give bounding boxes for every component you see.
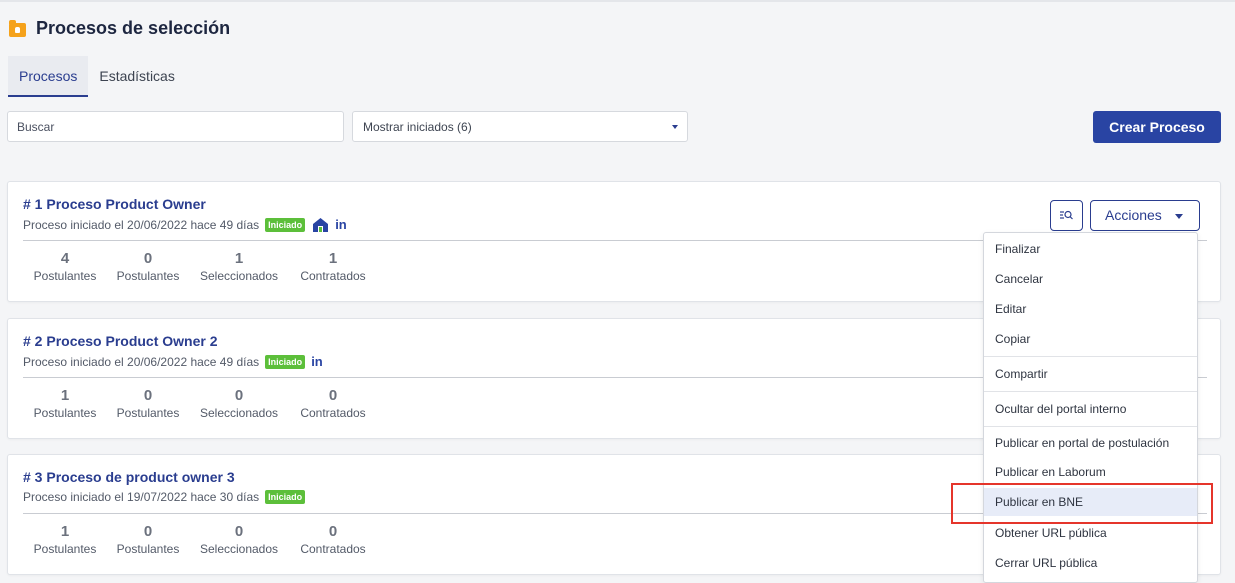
stat-postulantes: 4 Postulantes: [33, 250, 97, 283]
menu-item-cerrar-url[interactable]: Cerrar URL pública: [984, 549, 1197, 577]
tab-procesos[interactable]: Procesos: [8, 56, 89, 97]
tab-bar: Procesos Estadísticas: [8, 56, 186, 97]
actions-dropdown-button[interactable]: Acciones: [1090, 200, 1200, 231]
linkedin-icon: in: [335, 217, 347, 232]
process-start-text: Proceso iniciado el 20/06/2022 hace 49 d…: [23, 217, 260, 232]
status-badge: Iniciado: [265, 490, 306, 504]
stat-contratados: 0 Contratados: [300, 523, 366, 556]
process-start-text: Proceso iniciado el 20/06/2022 hace 49 d…: [23, 354, 260, 369]
stat-contratados: 1 Contratados: [300, 250, 366, 283]
folder-user-icon: [9, 19, 26, 37]
menu-item-copiar[interactable]: Copiar: [984, 325, 1197, 353]
stat-postulantes: 1 Postulantes: [33, 523, 97, 556]
actions-label: Acciones: [1105, 207, 1162, 223]
process-title[interactable]: # 1 Proceso Product Owner: [23, 196, 206, 212]
stat-seleccionados: 1 Seleccionados: [199, 250, 279, 283]
tab-estadisticas[interactable]: Estadísticas: [88, 56, 185, 97]
search-list-icon[interactable]: [1050, 200, 1083, 231]
status-filter-value: Mostrar iniciados (6): [363, 120, 472, 134]
stat-postulantes-2: 0 Postulantes: [116, 523, 180, 556]
menu-item-finalizar[interactable]: Finalizar: [984, 235, 1197, 263]
home-icon: [312, 217, 329, 232]
stat-seleccionados: 0 Seleccionados: [199, 523, 279, 556]
caret-down-icon: [1175, 214, 1183, 219]
status-filter-select[interactable]: Mostrar iniciados (6): [352, 111, 688, 142]
page-header: Procesos de selección: [9, 18, 230, 39]
stat-postulantes-2: 0 Postulantes: [116, 387, 180, 420]
menu-item-compartir[interactable]: Compartir: [984, 360, 1197, 388]
top-border: [0, 0, 1235, 2]
highlight-annotation-box: [951, 483, 1213, 524]
caret-down-icon: [672, 125, 678, 129]
page-title: Procesos de selección: [36, 18, 231, 38]
menu-item-ocultar-portal[interactable]: Ocultar del portal interno: [984, 395, 1197, 423]
status-badge: Iniciado: [265, 354, 306, 369]
menu-divider: [984, 356, 1197, 357]
process-subtitle: Proceso iniciado el 19/07/2022 hace 30 d…: [23, 490, 306, 504]
actions-menu: Finalizar Cancelar Editar Copiar Compart…: [983, 232, 1198, 583]
stat-contratados: 0 Contratados: [300, 387, 366, 420]
process-subtitle: Proceso iniciado el 20/06/2022 hace 49 d…: [23, 354, 323, 369]
stat-seleccionados: 0 Seleccionados: [199, 387, 279, 420]
process-subtitle: Proceso iniciado el 20/06/2022 hace 49 d…: [23, 217, 347, 232]
create-process-button[interactable]: Crear Proceso: [1093, 111, 1221, 143]
process-title[interactable]: # 2 Proceso Product Owner 2: [23, 333, 218, 349]
menu-divider: [984, 391, 1197, 392]
process-title[interactable]: # 3 Proceso de product owner 3: [23, 469, 235, 485]
search-input[interactable]: Buscar: [7, 111, 344, 142]
menu-item-publicar-portal[interactable]: Publicar en portal de postulación: [984, 429, 1197, 457]
stat-postulantes: 1 Postulantes: [33, 387, 97, 420]
menu-item-publicar-laborum[interactable]: Publicar en Laborum: [984, 458, 1197, 486]
menu-item-cancelar[interactable]: Cancelar: [984, 265, 1197, 293]
menu-divider: [984, 426, 1197, 427]
stat-postulantes-2: 0 Postulantes: [116, 250, 180, 283]
menu-item-editar[interactable]: Editar: [984, 295, 1197, 323]
process-start-text: Proceso iniciado el 19/07/2022 hace 30 d…: [23, 490, 260, 504]
linkedin-icon: in: [311, 354, 323, 369]
status-badge: Iniciado: [265, 217, 306, 232]
